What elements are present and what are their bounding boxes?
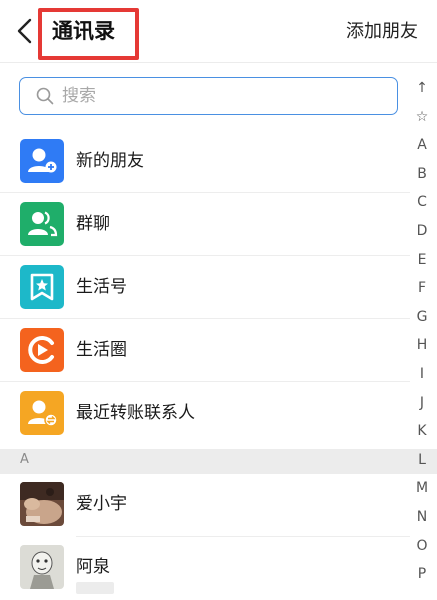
index-letter[interactable]: M: [415, 474, 429, 503]
search-bar[interactable]: [19, 77, 398, 115]
chevron-left-icon: [17, 18, 32, 44]
index-letter[interactable]: L: [415, 446, 429, 475]
index-letter[interactable]: P: [415, 560, 429, 589]
photo-avatar: [20, 482, 64, 526]
index-letter[interactable]: O: [415, 532, 429, 561]
section-letter: A: [20, 452, 29, 467]
life-account-icon: [20, 265, 64, 309]
group-chat-icon: [20, 202, 64, 246]
index-letter[interactable]: C: [415, 188, 429, 217]
index-letter[interactable]: N: [415, 503, 429, 532]
menu-label-recent-transfer: 最近转账联系人: [76, 403, 195, 423]
contact-name: 爱小宇: [76, 494, 127, 514]
menu-label-new-friends: 新的朋友: [76, 151, 144, 171]
index-letter[interactable]: J: [415, 389, 429, 418]
new-friend-icon: [20, 139, 64, 183]
index-letter[interactable]: K: [415, 417, 429, 446]
sketch-avatar: [20, 545, 64, 589]
contact-row[interactable]: 阿泉: [0, 537, 410, 600]
menu-item-group-chat[interactable]: 群聊: [0, 193, 410, 256]
index-letter[interactable]: B: [415, 160, 429, 189]
add-friend-button[interactable]: 添加朋友: [346, 19, 418, 45]
menu-item-recent-transfer[interactable]: 最近转账联系人: [0, 382, 410, 445]
menu-item-new-friends[interactable]: 新的朋友: [0, 130, 410, 193]
index-letter[interactable]: G: [415, 303, 429, 332]
life-circle-icon: [20, 328, 64, 372]
index-letter[interactable]: A: [415, 131, 429, 160]
index-letter[interactable]: D: [415, 217, 429, 246]
search-icon: [36, 87, 54, 105]
alphabet-index[interactable]: ↑ ☆ A B C D E F G H I J K L M N O P: [415, 74, 429, 589]
page-title: 通讯录: [52, 19, 115, 43]
recent-transfer-icon: [20, 391, 64, 435]
index-star[interactable]: ☆: [415, 103, 429, 132]
index-letter[interactable]: F: [415, 274, 429, 303]
search-input[interactable]: [62, 83, 382, 109]
contact-row[interactable]: 爱小宇: [0, 474, 410, 537]
menu-item-life-account[interactable]: 生活号: [0, 256, 410, 319]
index-scroll-top[interactable]: ↑: [415, 74, 429, 103]
back-button[interactable]: [14, 17, 36, 45]
menu-item-life-circle[interactable]: 生活圈: [0, 319, 410, 382]
index-letter[interactable]: I: [415, 360, 429, 389]
index-letter[interactable]: E: [415, 246, 429, 275]
contact-name: 阿泉: [76, 557, 110, 577]
menu-label-group-chat: 群聊: [76, 214, 110, 234]
header-divider: [0, 62, 437, 63]
menu-label-life-account: 生活号: [76, 277, 127, 297]
index-letter[interactable]: H: [415, 331, 429, 360]
top-bar: 通讯录 添加朋友: [0, 0, 437, 62]
menu-label-life-circle: 生活圈: [76, 340, 127, 360]
blurred-subtitle: [76, 582, 114, 594]
section-header: A: [0, 449, 437, 474]
